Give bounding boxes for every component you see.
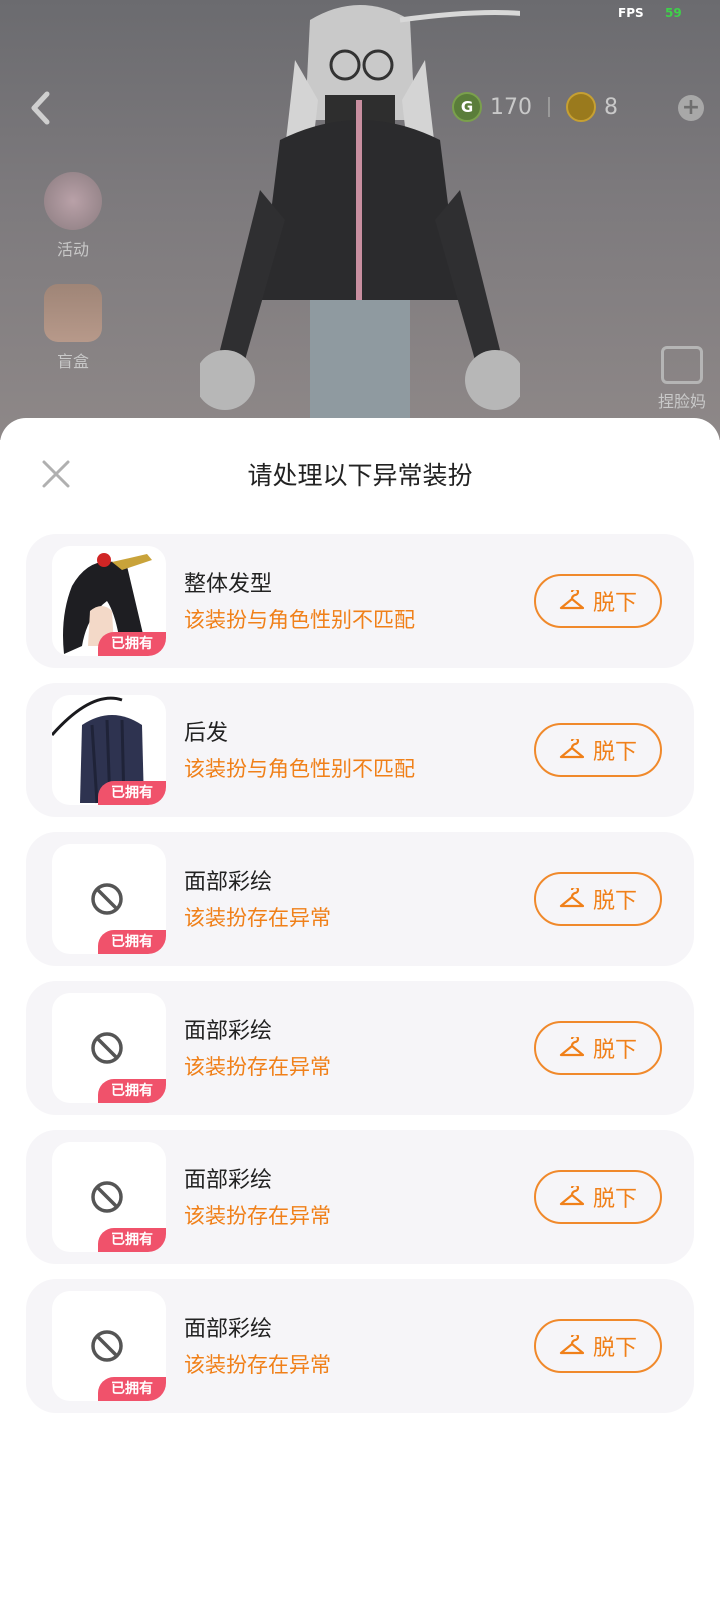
face-edit-button[interactable]: 捏脸妈 [658, 346, 706, 412]
prohibited-icon [91, 1181, 123, 1213]
blindbox-button[interactable]: 盲盒 [38, 284, 108, 372]
item-title: 面部彩绘 [184, 870, 273, 895]
item-thumbnail: 已拥有 [52, 993, 166, 1103]
hanger-icon [559, 739, 585, 759]
remove-button[interactable]: 脱下 [534, 872, 662, 926]
item-warning: 该装扮存在异常 [184, 1204, 331, 1228]
remove-button[interactable]: 脱下 [534, 1319, 662, 1373]
list-item: 已拥有 整体发型 该装扮与角色性别不匹配 脱下 [26, 534, 694, 668]
item-title: 面部彩绘 [184, 1317, 273, 1342]
item-warning: 该装扮存在异常 [184, 906, 331, 930]
game-scene: FPS 59 G 170 8 + 活动 盲盒 捏脸妈 [0, 0, 720, 440]
item-warning: 该装扮存在异常 [184, 1353, 331, 1377]
item-warning: 该装扮与角色性别不匹配 [184, 757, 415, 781]
outfit-list: 已拥有 整体发型 该装扮与角色性别不匹配 脱下 已拥有 后发 该装扮与角色性别不… [26, 534, 694, 1428]
hanger-icon [559, 590, 585, 610]
owned-badge: 已拥有 [98, 781, 166, 805]
item-thumbnail: 已拥有 [52, 546, 166, 656]
face-edit-label: 捏脸妈 [657, 392, 706, 411]
remove-button[interactable]: 脱下 [534, 1170, 662, 1224]
remove-button[interactable]: 脱下 [534, 1021, 662, 1075]
prohibited-icon [91, 1330, 123, 1362]
remove-label: 脱下 [592, 889, 637, 914]
list-item: 已拥有 后发 该装扮与角色性别不匹配 脱下 [26, 683, 694, 817]
item-warning: 该装扮存在异常 [184, 1055, 331, 1079]
c-coin-count: 8 [604, 94, 618, 120]
activity-label: 活动 [56, 240, 89, 259]
item-warning: 该装扮与角色性别不匹配 [184, 608, 415, 632]
add-currency-button[interactable]: + [678, 95, 704, 121]
blindbox-label: 盲盒 [56, 352, 89, 371]
fps-label: FPS [618, 6, 644, 20]
item-title: 后发 [184, 721, 229, 746]
remove-button[interactable]: 脱下 [534, 723, 662, 777]
remove-label: 脱下 [592, 1187, 637, 1212]
owned-badge: 已拥有 [98, 1079, 166, 1103]
list-item: 已拥有 面部彩绘 该装扮存在异常 脱下 [26, 1279, 694, 1413]
owned-badge: 已拥有 [98, 1228, 166, 1252]
list-item: 已拥有 面部彩绘 该装扮存在异常 脱下 [26, 981, 694, 1115]
currency-bar: G 170 8 [452, 92, 618, 122]
prohibited-icon [91, 1032, 123, 1064]
item-title: 面部彩绘 [184, 1019, 273, 1044]
hanger-icon [559, 888, 585, 908]
item-thumbnail: 已拥有 [52, 1142, 166, 1252]
list-item: 已拥有 面部彩绘 该装扮存在异常 脱下 [26, 1130, 694, 1264]
remove-label: 脱下 [592, 740, 637, 765]
remove-label: 脱下 [592, 591, 637, 616]
prohibited-icon [91, 883, 123, 915]
fps-value: 59 [665, 6, 682, 20]
currency-divider [548, 97, 550, 117]
item-thumbnail: 已拥有 [52, 1291, 166, 1401]
hanger-icon [559, 1186, 585, 1206]
star-icon [44, 172, 102, 230]
item-title: 整体发型 [184, 572, 273, 597]
back-arrow-icon[interactable] [22, 88, 62, 128]
edit-icon [660, 346, 703, 384]
hanger-icon [559, 1335, 585, 1355]
gift-box-icon [44, 284, 102, 342]
g-coin-count: 170 [490, 94, 532, 120]
item-title: 面部彩绘 [184, 1168, 273, 1193]
activity-button[interactable]: 活动 [38, 172, 108, 260]
remove-label: 脱下 [592, 1038, 637, 1063]
owned-badge: 已拥有 [98, 930, 166, 954]
item-thumbnail: 已拥有 [52, 695, 166, 805]
hanger-icon [559, 1037, 585, 1057]
item-thumbnail: 已拥有 [52, 844, 166, 954]
list-item: 已拥有 面部彩绘 该装扮存在异常 脱下 [26, 832, 694, 966]
g-coin-icon: G [452, 92, 482, 122]
owned-badge: 已拥有 [98, 632, 166, 656]
owned-badge: 已拥有 [98, 1377, 166, 1401]
remove-label: 脱下 [592, 1336, 637, 1361]
abnormal-outfit-sheet: 请处理以下异常装扮 已拥有 整体发型 该装扮与角色性别不匹配 脱下 已拥有 后发… [0, 418, 720, 1600]
remove-button[interactable]: 脱下 [534, 574, 662, 628]
c-coin-icon [566, 92, 596, 122]
character-model [200, 5, 520, 440]
sheet-title: 请处理以下异常装扮 [247, 461, 473, 490]
